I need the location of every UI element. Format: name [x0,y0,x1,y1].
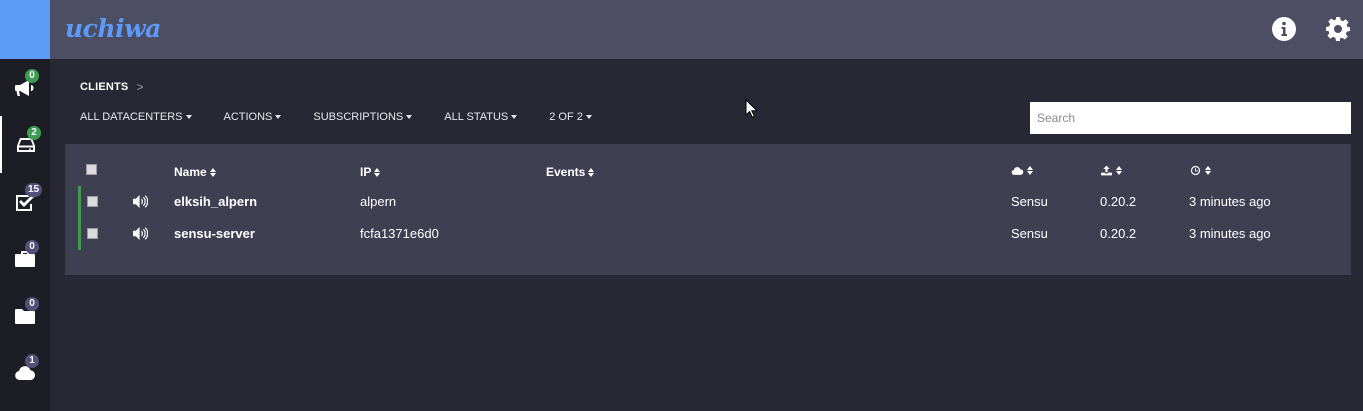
column-header-events-label: Events [546,165,586,179]
caret-down-icon [511,115,518,119]
sidebar-item-datacenters[interactable]: 1 [0,344,50,401]
client-ip: alpern [360,194,397,209]
brand-logo[interactable]: uchiwa [65,14,161,43]
pagination-dropdown[interactable]: 2 OF 2 [549,111,592,123]
info-button[interactable] [1271,16,1297,42]
column-header-last-check[interactable] [1189,165,1211,176]
row-checkbox[interactable] [87,196,98,207]
breadcrumb: CLIENTS > [80,80,144,94]
mouse-cursor-icon [745,99,757,118]
column-header-datacenter[interactable] [1011,165,1033,176]
subscriptions-filter-label: SUBSCRIPTIONS [313,111,404,123]
client-datacenter: Sensu [1011,226,1048,241]
events-badge: 0 [25,69,39,83]
sort-icon [1205,166,1211,175]
volume-icon[interactable] [133,195,148,208]
breadcrumb-separator: > [136,80,144,94]
column-header-ip-label: IP [360,165,372,179]
client-version: 0.20.2 [1100,194,1137,209]
client-name[interactable]: sensu-server [174,226,255,241]
gear-icon [1326,17,1350,41]
settings-button[interactable] [1325,16,1351,42]
stashes-badge: 0 [25,240,39,254]
actions-dropdown[interactable]: ACTIONS [224,111,282,123]
sidebar-item-checks[interactable]: 15 [0,173,50,230]
sort-icon [374,167,381,177]
breadcrumb-current[interactable]: CLIENTS [80,81,128,93]
sidebar-item-stashes[interactable]: 0 [0,230,50,287]
clients-table: Name IP Events elksih_alpern alpern Sens… [65,144,1351,275]
clients-badge: 2 [27,126,41,140]
column-header-ip[interactable]: IP [360,165,381,179]
status-bar-ok [78,186,81,218]
status-bar-ok [78,218,81,250]
column-header-events[interactable]: Events [546,165,595,179]
volume-icon[interactable] [133,227,148,240]
client-datacenter: Sensu [1011,194,1048,209]
sidebar: 0 2 15 0 0 1 [0,0,50,411]
datacenters-badge: 1 [25,354,39,368]
client-last-check: 3 minutes ago [1189,194,1271,209]
sidebar-logo-block [0,0,50,59]
caret-down-icon [585,115,592,119]
subscriptions-filter-dropdown[interactable]: SUBSCRIPTIONS [313,111,413,123]
column-header-version[interactable] [1100,165,1122,176]
sort-icon [588,167,595,177]
filter-bar: ALL DATACENTERS ACTIONS SUBSCRIPTIONS AL… [80,111,592,123]
actions-label: ACTIONS [223,111,273,123]
caret-down-icon [275,115,282,119]
upload-icon [1101,165,1112,176]
search-input[interactable] [1030,102,1351,134]
cloud-icon [1011,167,1024,175]
clock-icon [1190,165,1201,176]
sort-icon [1116,166,1122,175]
table-row[interactable]: sensu-server fcfa1371e6d0 Sensu 0.20.2 3… [78,218,1351,250]
column-header-name[interactable]: Name [174,165,216,179]
sort-icon [1027,166,1033,175]
sidebar-item-clients[interactable]: 2 [0,116,50,173]
status-filter-label: ALL STATUS [444,111,509,123]
datacenter-filter-dropdown[interactable]: ALL DATACENTERS [80,111,192,123]
select-all-checkbox[interactable] [86,164,97,175]
caret-down-icon [406,115,413,119]
sidebar-item-events[interactable]: 0 [0,59,50,116]
pagination-label: 2 OF 2 [549,111,583,123]
caret-down-icon [185,115,192,119]
top-bar: uchiwa [50,0,1363,59]
sidebar-item-aggregates[interactable]: 0 [0,287,50,344]
client-ip: fcfa1371e6d0 [360,226,439,241]
status-filter-dropdown[interactable]: ALL STATUS [444,111,518,123]
column-header-name-label: Name [174,165,207,179]
checks-badge: 15 [25,183,43,197]
row-checkbox[interactable] [87,228,98,239]
sort-icon [209,167,216,177]
datacenter-filter-label: ALL DATACENTERS [80,111,183,123]
info-icon [1272,17,1296,41]
client-last-check: 3 minutes ago [1189,226,1271,241]
aggregates-badge: 0 [25,297,39,311]
client-name[interactable]: elksih_alpern [174,194,257,209]
table-row[interactable]: elksih_alpern alpern Sensu 0.20.2 3 minu… [78,186,1351,218]
client-version: 0.20.2 [1100,226,1137,241]
